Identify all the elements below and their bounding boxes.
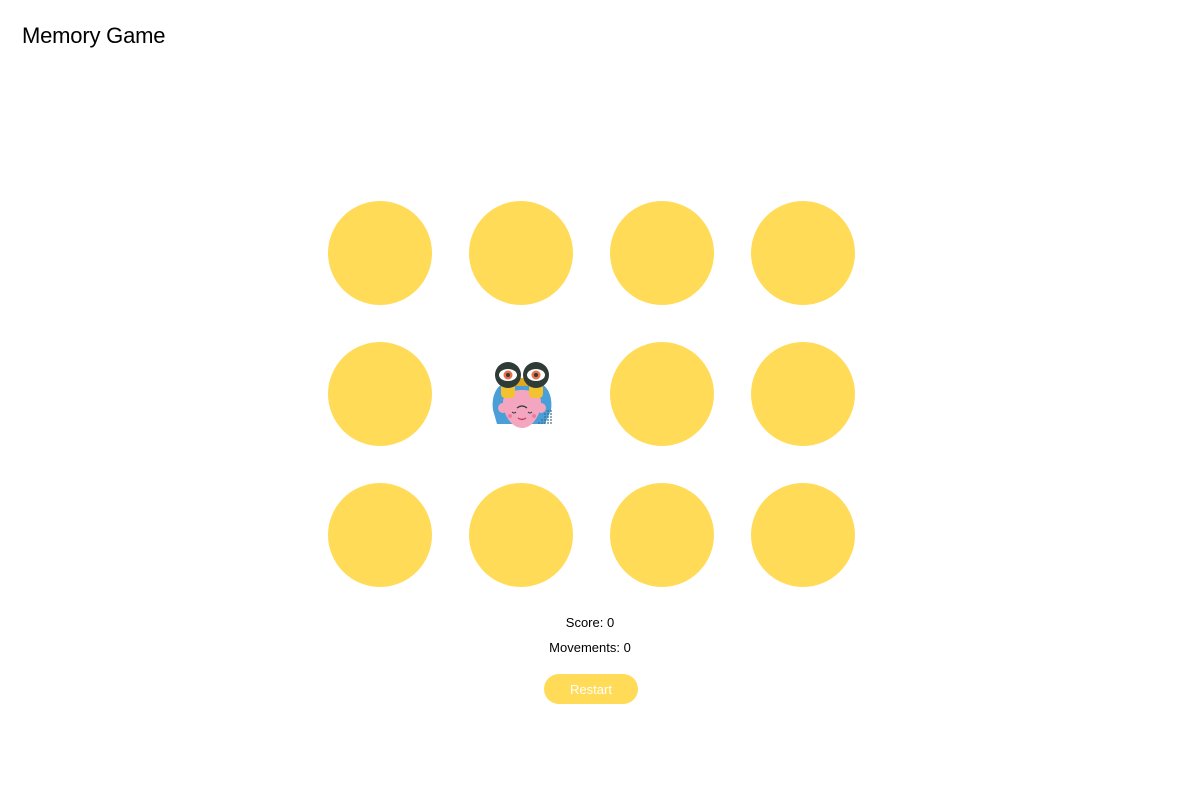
card-grid: [328, 201, 855, 587]
card-hidden[interactable]: [610, 483, 714, 587]
card-hidden[interactable]: [751, 483, 855, 587]
restart-button[interactable]: Restart: [544, 674, 638, 704]
card-hidden[interactable]: [610, 342, 714, 446]
card-hidden[interactable]: [751, 201, 855, 305]
score-display: Score: 0: [565, 615, 615, 630]
movements-display: Movements: 0: [549, 640, 631, 655]
card-hidden[interactable]: [751, 342, 855, 446]
page-title: Memory Game: [22, 23, 166, 48]
binoculars-person-icon: [492, 362, 552, 428]
card-hidden[interactable]: [469, 201, 573, 305]
card-hidden[interactable]: [328, 201, 432, 305]
card-revealed[interactable]: [469, 342, 573, 446]
card-hidden[interactable]: [328, 342, 432, 446]
card-hidden[interactable]: [469, 483, 573, 587]
card-hidden[interactable]: [610, 201, 714, 305]
memory-game-page: Memory Game Score: 0 Movements: 0 Restar…: [0, 0, 1180, 805]
card-hidden[interactable]: [328, 483, 432, 587]
